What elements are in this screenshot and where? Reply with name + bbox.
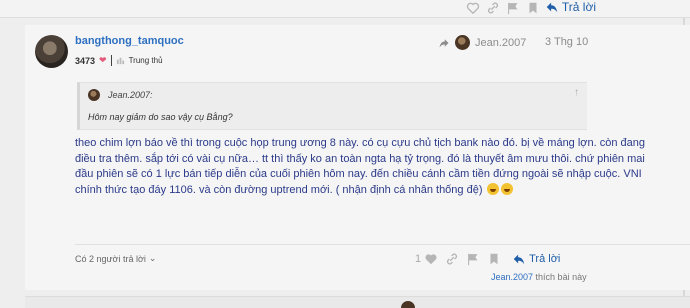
avatar[interactable]	[35, 35, 68, 68]
quote-username: Jean.2007:	[108, 90, 153, 100]
post-footer-divider	[75, 244, 690, 245]
liked-by: Jean.2007 thích bài này	[491, 272, 587, 282]
liked-by-user[interactable]: Jean.2007	[491, 272, 533, 282]
post-body: theo chim lợn báo về thì trong cuộc họp …	[75, 136, 657, 198]
reply-button[interactable]: Trả lời	[512, 252, 560, 266]
post-actions: 1 Trả lời	[415, 252, 560, 266]
link-icon[interactable]	[445, 252, 459, 266]
flag-icon[interactable]	[466, 252, 480, 266]
like-count: 1	[415, 253, 422, 265]
laughing-emoji-icon	[486, 182, 499, 195]
quote-text: Hôm nay giảm do sao vậy cụ Bằng?	[88, 112, 233, 122]
post-username[interactable]: bangthong_tamquoc	[75, 35, 184, 47]
user-meta: 3473 ❤ Trung thủ	[75, 55, 163, 66]
laughing-emoji-icon	[500, 182, 513, 195]
next-post-avatar	[401, 301, 415, 308]
chevron-down-icon: ⌄	[148, 253, 157, 263]
reply-icon	[512, 252, 526, 266]
replies-label: Có 2 người trả lời	[75, 253, 146, 264]
user-like-count: 3473	[75, 55, 96, 66]
heart-icon: ❤	[99, 55, 107, 65]
show-replies-button[interactable]: Có 2 người trả lời ⌄	[75, 253, 156, 264]
divider	[110, 55, 112, 66]
post-date[interactable]: 3 Thg 10	[545, 36, 588, 48]
liked-by-suffix: thích bài này	[533, 272, 587, 282]
flag-icon[interactable]	[506, 1, 520, 15]
quote-block: Jean.2007: ↑ Hôm nay giảm do sao vậy cụ …	[77, 82, 587, 130]
user-title: Trung thủ	[128, 56, 163, 65]
flair-icon	[116, 56, 125, 65]
reply-to-avatar	[455, 35, 470, 50]
share-arrow-icon	[438, 37, 450, 49]
reply-icon	[545, 0, 559, 14]
chevron-up-icon[interactable]: ↑	[574, 87, 579, 98]
previous-post-reply-button[interactable]: Trả lời	[545, 0, 596, 14]
heart-icon[interactable]	[424, 252, 438, 266]
next-post-top	[25, 296, 690, 308]
post-body-text: theo chim lợn báo về thì trong cuộc họp …	[75, 137, 646, 196]
quote-avatar	[88, 89, 100, 101]
reply-to-username: Jean.2007	[475, 36, 527, 49]
reply-to-tab[interactable]: Jean.2007	[438, 35, 526, 50]
previous-post-actions	[466, 1, 540, 15]
reply-label: Trả lời	[529, 253, 561, 265]
link-icon[interactable]	[486, 1, 500, 15]
post-card: bangthong_tamquoc 3473 ❤ Trung thủ Jean.…	[25, 25, 690, 290]
previous-post-footer: Trả lời	[0, 0, 690, 18]
reply-label: Trả lời	[561, 0, 596, 14]
heart-icon[interactable]	[466, 1, 480, 15]
bookmark-icon[interactable]	[526, 1, 540, 15]
bookmark-icon[interactable]	[487, 252, 501, 266]
